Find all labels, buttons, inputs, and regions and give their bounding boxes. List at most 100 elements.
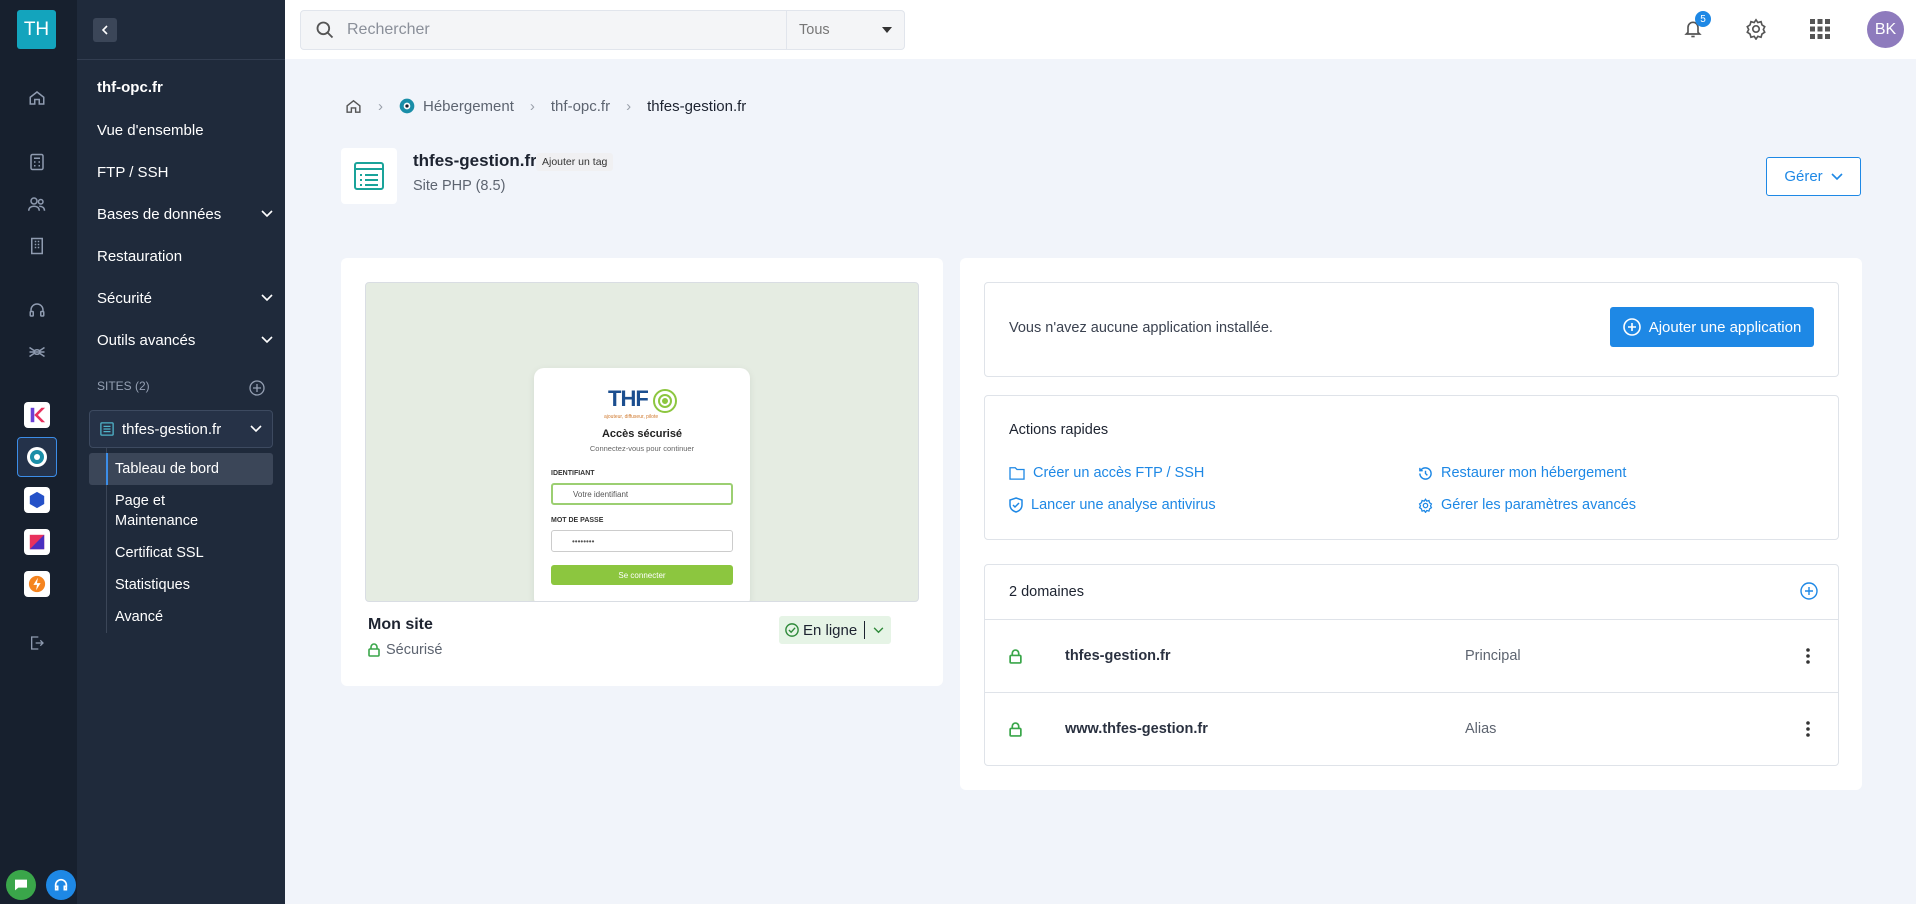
restore-hosting-link[interactable]: Restaurer mon hébergement [1418, 465, 1626, 481]
preview-submit: Se connecter [551, 565, 733, 585]
chevron-down-icon [873, 626, 883, 633]
preview-pass-label: MOT DE PASSE [551, 517, 604, 524]
create-ftp-link[interactable]: Créer un accès FTP / SSH [1009, 465, 1204, 481]
preview-subheading: Connectez-vous pour continuer [589, 444, 695, 453]
preview-user-field: Votre identifiant [551, 483, 733, 505]
home-icon[interactable] [22, 83, 52, 113]
building-icon[interactable] [22, 231, 52, 261]
site-title: thfes-gestion.fr [413, 151, 537, 170]
gear-icon [1418, 497, 1433, 513]
shield-check-icon [1009, 497, 1023, 513]
add-site-icon[interactable] [249, 380, 265, 396]
users-icon[interactable] [22, 189, 52, 219]
site-card-name: Mon site [368, 616, 433, 633]
divider [77, 59, 285, 60]
quick-actions-title: Actions rapides [1009, 422, 1109, 438]
site-item-ssl[interactable]: Certificat SSL [89, 543, 273, 563]
history-icon [1419, 466, 1432, 480]
search-scope-select[interactable]: Tous [786, 11, 904, 49]
chevron-right-icon: › [529, 97, 535, 115]
sub-navigation: thf-opc.fr Vue d'ensemble FTP / SSH Base… [77, 0, 285, 904]
settings-button[interactable] [1742, 15, 1770, 43]
site-item-advanced[interactable]: Avancé [89, 607, 273, 627]
domain-name: www.thfes-gestion.fr [1065, 721, 1208, 737]
search-icon [316, 21, 334, 39]
gear-icon [1746, 18, 1766, 40]
app-bolt-icon[interactable] [24, 571, 50, 597]
site-screenshot[interactable]: THF ajouteur, diffuseur, pilote Accès sé… [365, 282, 919, 602]
site-selector[interactable]: thfes-gestion.fr [89, 410, 273, 448]
site-details-card: Vous n'avez aucune application installée… [960, 258, 1862, 790]
caret-down-icon [882, 27, 892, 33]
lock-icon [1009, 721, 1022, 737]
check-circle-icon [785, 623, 799, 637]
chevron-down-icon [261, 210, 273, 218]
preview-brand: THF [608, 386, 649, 411]
bug-icon[interactable] [22, 337, 52, 367]
nav-item-ftp-ssh[interactable]: FTP / SSH [97, 161, 273, 183]
site-item-stats[interactable]: Statistiques [89, 575, 273, 595]
chevron-down-icon [1831, 172, 1843, 180]
app-logo[interactable]: TH [17, 10, 56, 49]
brand-ring-icon [653, 389, 677, 413]
breadcrumb-hosting[interactable]: Hébergement [423, 98, 514, 115]
login-preview: THF ajouteur, diffuseur, pilote Accès sé… [534, 368, 750, 601]
hosting-icon [399, 98, 415, 114]
quick-actions-box: Actions rapides Créer un accès FTP / SSH… [984, 395, 1839, 540]
status-dropdown[interactable]: En ligne [779, 616, 891, 644]
collapse-sidebar-button[interactable] [93, 18, 117, 42]
chevron-right-icon: › [378, 97, 383, 115]
headset-icon[interactable] [22, 295, 52, 325]
nav-item-restoration[interactable]: Restauration [97, 245, 273, 267]
nav-item-overview[interactable]: Vue d'ensemble [97, 119, 273, 141]
chevron-right-icon: › [626, 97, 632, 115]
home-icon[interactable] [345, 98, 362, 115]
preview-user-label: IDENTIFIANT [551, 470, 595, 477]
more-options-icon[interactable] [1799, 644, 1817, 668]
breadcrumb-domain[interactable]: thf-opc.fr [551, 98, 610, 115]
nav-item-advanced-tools[interactable]: Outils avancés [97, 329, 273, 351]
top-bar: Tous 5 BK [285, 0, 1916, 59]
advanced-settings-link[interactable]: Gérer les paramètres avancés [1418, 497, 1636, 513]
site-type-icon [341, 148, 397, 204]
domain-name: thfes-gestion.fr [1065, 648, 1171, 664]
logout-icon[interactable] [22, 628, 52, 658]
antivirus-scan-link[interactable]: Lancer une analyse antivirus [1009, 497, 1216, 513]
domain-type: Principal [1465, 648, 1521, 664]
add-domain-icon[interactable] [1800, 582, 1818, 600]
breadcrumb: › Hébergement › thf-opc.fr › thfes-gesti… [345, 94, 746, 118]
apps-grid-button[interactable] [1806, 15, 1834, 43]
site-item-dashboard[interactable]: Tableau de bord [89, 453, 273, 485]
domains-box: 2 domaines thfes-gestion.fr Principal ww… [984, 564, 1839, 766]
app-hosting-icon[interactable] [17, 437, 57, 477]
add-application-button[interactable]: Ajouter une application [1610, 307, 1814, 347]
site-item-maintenance[interactable]: Page et Maintenance [89, 491, 239, 531]
calculator-icon[interactable] [22, 147, 52, 177]
site-list-icon [100, 422, 114, 436]
search-input[interactable] [347, 21, 787, 39]
no-app-text: Vous n'avez aucune application installée… [1009, 320, 1273, 336]
grid-icon [1810, 19, 1830, 39]
support-headset-icon[interactable] [46, 870, 76, 900]
notifications-button[interactable]: 5 [1679, 11, 1711, 43]
app-square-icon[interactable] [24, 529, 50, 555]
breadcrumb-current: thfes-gestion.fr [647, 97, 747, 115]
lock-icon [368, 643, 380, 657]
nav-item-databases[interactable]: Bases de données [97, 203, 273, 225]
nav-item-security[interactable]: Sécurité [97, 287, 273, 309]
subnav-domain-title[interactable]: thf-opc.fr [97, 76, 273, 98]
chat-icon[interactable] [6, 870, 36, 900]
manage-button[interactable]: Gérer [1766, 157, 1861, 196]
icon-rail: TH [0, 0, 77, 904]
more-options-icon[interactable] [1799, 717, 1817, 741]
search-bar: Tous [300, 10, 905, 50]
table-row[interactable]: thfes-gestion.fr Principal [985, 619, 1838, 692]
app-cube-icon[interactable] [24, 487, 50, 513]
app-k-icon[interactable] [24, 402, 50, 428]
chevron-down-icon [250, 425, 262, 433]
preview-heading: Accès sécurisé [601, 428, 683, 440]
avatar[interactable]: BK [1867, 11, 1904, 48]
add-tag-button[interactable]: Ajouter un tag [536, 153, 614, 171]
table-row[interactable]: www.thfes-gestion.fr Alias [985, 692, 1838, 765]
preview-brand-tagline: ajouteur, diffuseur, pilote [604, 414, 659, 420]
